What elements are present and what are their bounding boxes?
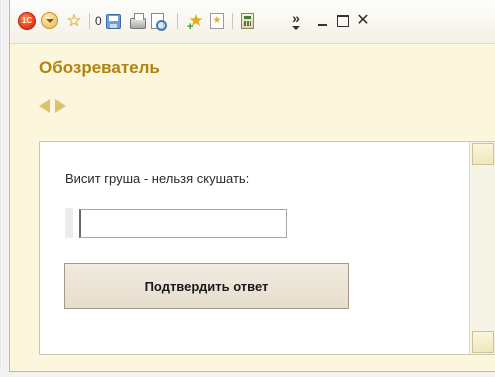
save-icon[interactable] — [106, 14, 121, 29]
favorites-star-icon[interactable]: ☆ — [65, 12, 83, 30]
browser-window: 1С ☆ 0 ★ ★ » ✕ Обозреватель Висит груша … — [9, 0, 495, 372]
toolbar-separator — [232, 13, 233, 29]
close-icon[interactable]: ✕ — [356, 12, 370, 30]
counter-label: 0 — [95, 14, 102, 28]
field-marker — [65, 208, 73, 238]
toolbar-separator — [89, 13, 90, 29]
print-icon[interactable] — [130, 13, 146, 29]
question-label: Висит груша - нельзя скушать: — [65, 171, 250, 186]
scroll-down-button[interactable] — [472, 331, 494, 353]
vertical-scrollbar[interactable] — [469, 142, 495, 354]
form-panel: Висит груша - нельзя скушать: Подтвердит… — [39, 141, 495, 355]
1c-logo-icon[interactable]: 1С — [18, 12, 36, 30]
calculator-icon[interactable] — [241, 13, 254, 29]
forward-arrow-icon[interactable] — [55, 99, 66, 113]
more-commands-icon[interactable]: » — [289, 11, 303, 30]
page-title: Обозреватель — [39, 58, 160, 77]
main-menu-icon[interactable] — [41, 12, 58, 29]
title-toolbar: 1С ☆ 0 ★ ★ » ✕ — [10, 0, 495, 44]
print-preview-icon[interactable] — [151, 13, 167, 31]
answer-input[interactable] — [79, 209, 287, 238]
confirm-answer-button[interactable]: Подтвердить ответ — [64, 263, 349, 309]
add-to-favorites-icon[interactable]: ★ — [187, 12, 205, 37]
toolbar-separator — [177, 13, 178, 29]
favorites-list-icon[interactable]: ★ — [210, 13, 224, 29]
maximize-icon[interactable] — [337, 15, 349, 27]
scroll-up-button[interactable] — [472, 143, 494, 165]
back-arrow-icon[interactable] — [39, 99, 50, 113]
minimize-icon[interactable] — [317, 12, 329, 30]
